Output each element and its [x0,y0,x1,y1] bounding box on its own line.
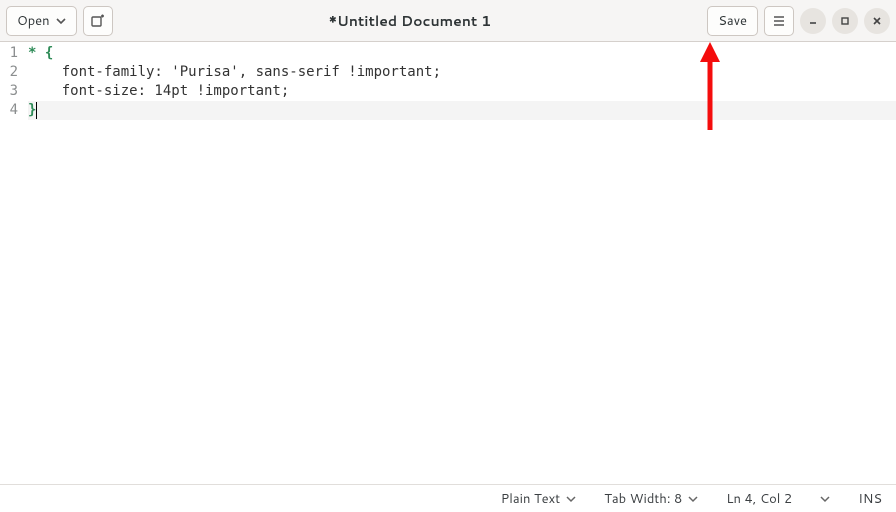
insert-mode-indicator: INS [858,490,882,508]
language-label: Plain Text [501,490,560,508]
code-line[interactable]: font-family: 'Purisa', sans-serif !impor… [28,63,896,82]
statusbar-menu[interactable] [820,494,830,504]
maximize-button[interactable] [832,8,858,34]
close-button[interactable] [864,8,890,34]
new-tab-button[interactable] [83,6,113,36]
line-number: 2 [2,63,18,82]
code-line[interactable]: font-size: 14pt !important; [28,82,896,101]
save-button-label: Save [718,12,747,30]
chevron-down-icon [820,494,830,504]
insert-mode-label: INS [858,490,882,508]
headerbar-right: Save [707,6,890,36]
text-cursor [36,102,37,119]
chevron-down-icon [566,494,576,504]
close-icon [871,15,883,27]
hamburger-icon [772,14,786,28]
line-number: 3 [2,82,18,101]
cursor-position-label: Ln 4, Col 2 [726,490,792,508]
minimize-icon [807,15,819,27]
menu-button[interactable] [764,6,794,36]
statusbar: Plain Text Tab Width: 8 Ln 4, Col 2 INS [0,484,896,512]
language-selector[interactable]: Plain Text [501,490,576,508]
open-button-label: Open [17,12,50,30]
maximize-icon [839,15,851,27]
chevron-down-icon [56,16,66,26]
headerbar-left: Open [6,6,113,36]
cursor-position: Ln 4, Col 2 [726,490,792,508]
code-line[interactable]: * { [28,44,896,63]
headerbar: Open *Untitled Document 1 Save [0,0,896,42]
line-number: 4 [2,101,18,120]
window-title: *Untitled Document 1 [119,11,702,31]
open-button[interactable]: Open [6,6,77,36]
minimize-button[interactable] [800,8,826,34]
line-number-gutter: 1234 [0,42,24,484]
code-line[interactable]: } [28,101,896,120]
line-number: 1 [2,44,18,63]
chevron-down-icon [688,494,698,504]
save-button[interactable]: Save [707,6,758,36]
code-content[interactable]: * { font-family: 'Purisa', sans-serif !i… [24,42,896,484]
new-tab-icon [90,13,106,29]
tab-width-selector[interactable]: Tab Width: 8 [604,490,698,508]
editor-area[interactable]: 1234 * { font-family: 'Purisa', sans-ser… [0,42,896,484]
tab-width-label: Tab Width: 8 [604,490,682,508]
